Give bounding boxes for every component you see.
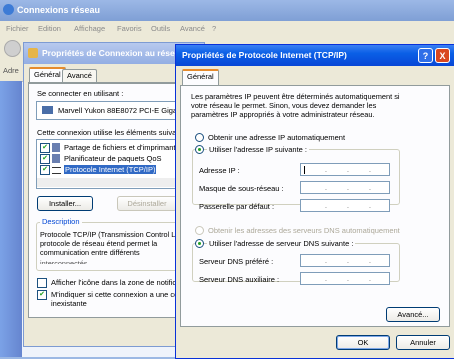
window-title: Connexions réseau: [17, 5, 101, 15]
ip-manual-radio[interactable]: [195, 145, 204, 154]
advanced-button[interactable]: Avancé...: [386, 307, 440, 322]
menu-affichage[interactable]: Affichage: [74, 24, 105, 33]
protocol-icon: [52, 167, 61, 174]
close-button[interactable]: X: [435, 48, 450, 63]
component-label: Planificateur de paquets QoS: [64, 154, 162, 163]
dns-alternate-input[interactable]: ...: [300, 272, 390, 285]
cancel-button[interactable]: Annuler: [396, 335, 450, 350]
task-pane: [0, 81, 22, 357]
menu-favoris[interactable]: Favoris: [117, 24, 142, 33]
checkbox-qos[interactable]: ✔: [40, 154, 50, 164]
checkbox-tcpip[interactable]: ✔: [40, 165, 50, 175]
dialog-title: Propriétés de Connexion au rése: [42, 48, 175, 58]
notify-label: M'indiquer si cette connexion a une cor: [51, 290, 181, 299]
address-label: Adre: [3, 66, 19, 75]
ip-address-label: Adresse IP :: [199, 166, 240, 175]
dns-manual-radio[interactable]: [195, 239, 204, 248]
back-icon[interactable]: [4, 40, 21, 57]
description-text: Protocole TCP/IP (Transmission Control L…: [40, 230, 180, 257]
checkbox-sharing[interactable]: ✔: [40, 143, 50, 153]
menu-avance[interactable]: Avancé: [180, 24, 205, 33]
ip-group: [192, 149, 400, 205]
network-card-icon: [42, 106, 53, 114]
menu-bar: Fichier Edition Affichage Favoris Outils…: [0, 21, 454, 38]
subnet-mask-label: Masque de sous-réseau :: [199, 184, 284, 193]
help-button[interactable]: ?: [418, 48, 433, 63]
show-icon-label: Afficher l'icône dans la zone de notific…: [51, 278, 183, 287]
dns-manual-label: Utiliser l'adresse de serveur DNS suivan…: [207, 239, 356, 248]
ip-auto-label: Obtenir une adresse IP automatiquement: [208, 133, 346, 142]
dialog-title: Propriétés de Protocole Internet (TCP/IP…: [182, 50, 347, 60]
sharing-icon: [52, 143, 60, 152]
description-title: Description: [40, 217, 82, 226]
dns-auto-label: Obtenir les adresses des serveurs DNS au…: [208, 226, 400, 235]
dialog-titlebar[interactable]: Propriétés de Protocole Internet (TCP/IP…: [176, 45, 454, 66]
network-icon: [3, 4, 14, 15]
gateway-input[interactable]: ...: [300, 199, 390, 212]
component-label: Protocole Internet (TCP/IP): [64, 165, 157, 174]
dns-auto-radio[interactable]: [195, 226, 204, 235]
dns-preferred-label: Serveur DNS préféré :: [199, 257, 274, 266]
component-label: Partage de fichiers et d'imprimante: [64, 143, 180, 152]
general-panel: Les paramètres IP peuvent être déterminé…: [180, 85, 450, 327]
ip-manual-label: Utiliser l'adresse IP suivante :: [207, 145, 310, 154]
menu-outils[interactable]: Outils: [151, 24, 170, 33]
description-cut: interconnectés: [40, 259, 88, 264]
menu-help[interactable]: ?: [212, 24, 216, 33]
menu-edition[interactable]: Edition: [38, 24, 61, 33]
menu-fichier[interactable]: Fichier: [6, 24, 29, 33]
notify-checkbox[interactable]: ✔: [37, 290, 47, 300]
show-icon-checkbox[interactable]: [37, 278, 47, 288]
ok-button[interactable]: OK: [336, 335, 390, 350]
intro-text: Les paramètres IP peuvent être déterminé…: [191, 92, 400, 119]
ip-auto-radio[interactable]: [195, 133, 204, 142]
qos-icon: [52, 154, 60, 163]
gateway-label: Passerelle par défaut :: [199, 202, 275, 211]
tcpip-properties-dialog: Propriétés de Protocole Internet (TCP/IP…: [175, 44, 454, 359]
notify-label-line2: inexistante: [51, 299, 87, 308]
adapter-name: Marvell Yukon 88E8072 PCI-E Gigal: [58, 106, 179, 115]
elements-label: Cette connexion utilise les éléments sui…: [37, 128, 181, 137]
network-icon: [28, 48, 38, 58]
install-button[interactable]: Installer...: [37, 196, 93, 211]
dns-preferred-input[interactable]: ...: [300, 254, 390, 267]
uninstall-button[interactable]: Désinstaller: [117, 196, 177, 211]
connect-using-label: Se connecter en utilisant :: [37, 89, 124, 98]
subnet-mask-input[interactable]: ...: [300, 181, 390, 194]
window-titlebar[interactable]: Connexions réseau: [0, 0, 454, 21]
ip-address-input[interactable]: ...: [300, 163, 390, 176]
dns-alternate-label: Serveur DNS auxiliaire :: [199, 275, 280, 284]
